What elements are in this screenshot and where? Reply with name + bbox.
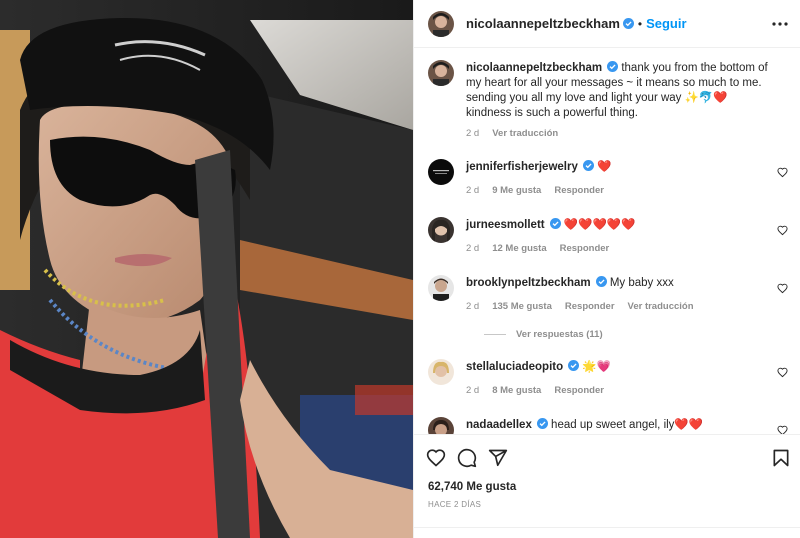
comment-text: ❤️	[597, 161, 612, 173]
comment-likes[interactable]: 12 Me gusta	[492, 243, 546, 254]
separator-dot: •	[637, 16, 643, 31]
translate-link[interactable]: Ver traducción	[628, 301, 694, 312]
caption-time: 2 d	[466, 128, 480, 139]
commenter-avatar[interactable]	[428, 417, 454, 434]
commenter-avatar[interactable]	[428, 217, 454, 243]
comment-text: My baby xxx	[609, 277, 674, 289]
comment-text: 🌟💗	[582, 361, 611, 373]
verified-icon	[568, 360, 580, 371]
verified-icon	[607, 61, 619, 72]
post-time: HACE 2 DÍAS	[428, 500, 482, 509]
comment-meta: 2 d 12 Me gusta Responder	[466, 243, 609, 254]
post-photo	[0, 0, 413, 538]
comment-time: 2 d	[466, 385, 480, 396]
comment-username[interactable]: nadaadellex	[466, 419, 532, 431]
like-comment-heart-icon[interactable]	[777, 367, 788, 378]
verified-icon	[536, 418, 548, 429]
likes-count[interactable]: 62,740 Me gusta	[428, 481, 516, 493]
caption-username[interactable]: nicolaannepeltzbeckham	[466, 62, 602, 74]
comment-meta: 2 d 135 Me gusta Responder Ver traducció…	[466, 301, 694, 312]
reply-button[interactable]: Responder	[554, 385, 604, 396]
action-bar: 62,740 Me gusta HACE 2 DÍAS	[414, 434, 800, 538]
comment-username[interactable]: stellaluciadeopito	[466, 361, 563, 373]
caption-meta: 2 d Ver traducción	[466, 128, 558, 139]
comment-body: nadaadellex head up sweet angel, ily❤️❤️	[466, 418, 770, 433]
verified-icon	[595, 276, 607, 287]
comment-username[interactable]: jurneesmollett	[466, 219, 545, 231]
comment-body: jenniferfisherjewelry ❤️	[466, 160, 770, 175]
follow-button[interactable]: Seguir	[646, 16, 686, 31]
comment-item: nadaadellex head up sweet angel, ily❤️❤️	[428, 417, 788, 434]
comment-time: 2 d	[466, 185, 480, 196]
comment-body: jurneesmollett ❤️❤️❤️❤️❤️	[466, 218, 770, 233]
comment-time: 2 d	[466, 301, 480, 312]
verified-icon	[622, 18, 634, 29]
caption-body: nicolaannepeltzbeckham thank you from th…	[466, 61, 770, 121]
comment-item: stellaluciadeopito 🌟💗 2 d 8 Me gusta Res…	[428, 359, 788, 404]
reply-button[interactable]: Responder	[565, 301, 615, 312]
comment-time: 2 d	[466, 243, 480, 254]
verified-icon	[582, 160, 594, 171]
more-icon[interactable]	[771, 15, 789, 33]
comment-likes[interactable]: 8 Me gusta	[492, 385, 541, 396]
commenter-avatar[interactable]	[428, 359, 454, 385]
comment-item: brooklynpeltzbeckham My baby xxx 2 d 135…	[428, 275, 788, 345]
like-comment-heart-icon[interactable]	[777, 225, 788, 236]
save-icon[interactable]	[771, 448, 791, 468]
post-panel: nicolaannepeltzbeckham • Seguir nicolaan…	[413, 0, 800, 538]
commenter-avatar[interactable]	[428, 159, 454, 185]
add-comment-bar[interactable]	[414, 527, 800, 538]
comment-meta: 2 d 8 Me gusta Responder	[466, 385, 604, 396]
comment-item: jenniferfisherjewelry ❤️ 2 d 9 Me gusta …	[428, 159, 788, 204]
post-header: nicolaannepeltzbeckham • Seguir	[414, 0, 800, 48]
view-replies-button[interactable]: Ver respuestas (11)	[484, 329, 603, 340]
comment-likes[interactable]: 135 Me gusta	[492, 301, 552, 312]
reply-button[interactable]: Responder	[560, 243, 610, 254]
comments-list: nicolaannepeltzbeckham thank you from th…	[414, 48, 800, 434]
comment-username[interactable]: jenniferfisherjewelry	[466, 161, 578, 173]
post-caption: nicolaannepeltzbeckham thank you from th…	[428, 60, 788, 155]
like-comment-heart-icon[interactable]	[777, 425, 788, 434]
heart-icon[interactable]	[426, 448, 446, 468]
author-username[interactable]: nicolaannepeltzbeckham	[466, 16, 620, 31]
share-icon[interactable]	[488, 448, 508, 468]
view-replies-label: Ver respuestas (11)	[516, 329, 603, 340]
comment-icon[interactable]	[457, 448, 477, 468]
comment-body: stellaluciadeopito 🌟💗	[466, 360, 770, 375]
commenter-avatar[interactable]	[428, 275, 454, 301]
author-avatar[interactable]	[428, 10, 454, 37]
comment-likes[interactable]: 9 Me gusta	[492, 185, 541, 196]
author-avatar[interactable]	[428, 60, 454, 86]
comment-item: jurneesmollett ❤️❤️❤️❤️❤️ 2 d 12 Me gust…	[428, 217, 788, 262]
comment-username[interactable]: brooklynpeltzbeckham	[466, 277, 591, 289]
like-comment-heart-icon[interactable]	[777, 167, 788, 178]
verified-icon	[549, 218, 561, 229]
comment-meta: 2 d 9 Me gusta Responder	[466, 185, 604, 196]
comment-body: brooklynpeltzbeckham My baby xxx	[466, 276, 770, 291]
comment-text: ❤️❤️❤️❤️❤️	[563, 219, 636, 231]
reply-button[interactable]: Responder	[554, 185, 604, 196]
like-comment-heart-icon[interactable]	[777, 283, 788, 294]
comment-text: head up sweet angel, ily❤️❤️	[551, 419, 704, 431]
replies-divider	[484, 334, 506, 335]
translate-link[interactable]: Ver traducción	[492, 128, 558, 139]
